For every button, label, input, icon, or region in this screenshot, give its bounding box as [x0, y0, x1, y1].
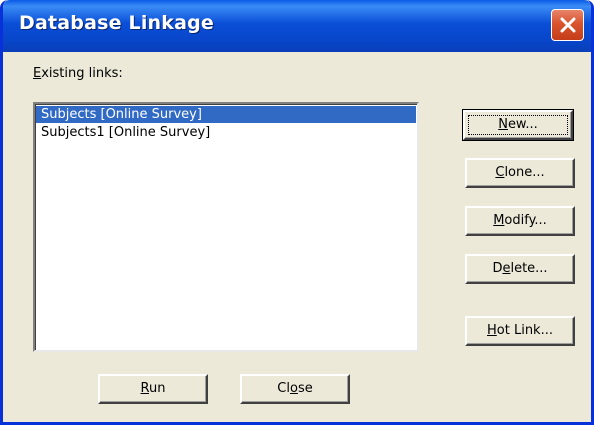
- hot-link-button[interactable]: Hot Link...: [465, 316, 575, 346]
- dialog-body: Existing links: Subjects [Online Survey]…: [3, 52, 591, 422]
- new-button-label: New...: [498, 117, 538, 132]
- modify-button[interactable]: Modify...: [465, 206, 575, 236]
- delete-button-label: Delete...: [492, 261, 548, 276]
- title-bar[interactable]: Database Linkage: [3, 0, 591, 52]
- clone-button-label: Clone...: [495, 165, 545, 180]
- new-button[interactable]: New...: [462, 109, 574, 141]
- clone-button[interactable]: Clone...: [465, 158, 575, 188]
- existing-links-accel: E: [33, 66, 42, 81]
- list-item[interactable]: Subjects [Online Survey]: [36, 106, 416, 123]
- existing-links-label: Existing links:: [33, 66, 123, 81]
- delete-button[interactable]: Delete...: [465, 254, 575, 284]
- window-title: Database Linkage: [19, 12, 215, 34]
- list-item[interactable]: Subjects1 [Online Survey]: [39, 124, 212, 141]
- database-linkage-dialog: Database Linkage Existing links: Subject…: [0, 0, 594, 425]
- close-window-button[interactable]: [551, 9, 584, 41]
- run-button-label: Run: [140, 381, 166, 396]
- close-button-label: Close: [277, 381, 313, 396]
- existing-links-list[interactable]: Subjects [Online Survey] Subjects1 [Onli…: [33, 102, 419, 352]
- modify-button-label: Modify...: [493, 213, 547, 228]
- close-button[interactable]: Close: [240, 374, 350, 404]
- hot-link-button-label: Hot Link...: [487, 323, 553, 338]
- run-button[interactable]: Run: [98, 374, 208, 404]
- existing-links-label-rest: xisting links:: [41, 66, 123, 81]
- close-icon: [560, 17, 576, 33]
